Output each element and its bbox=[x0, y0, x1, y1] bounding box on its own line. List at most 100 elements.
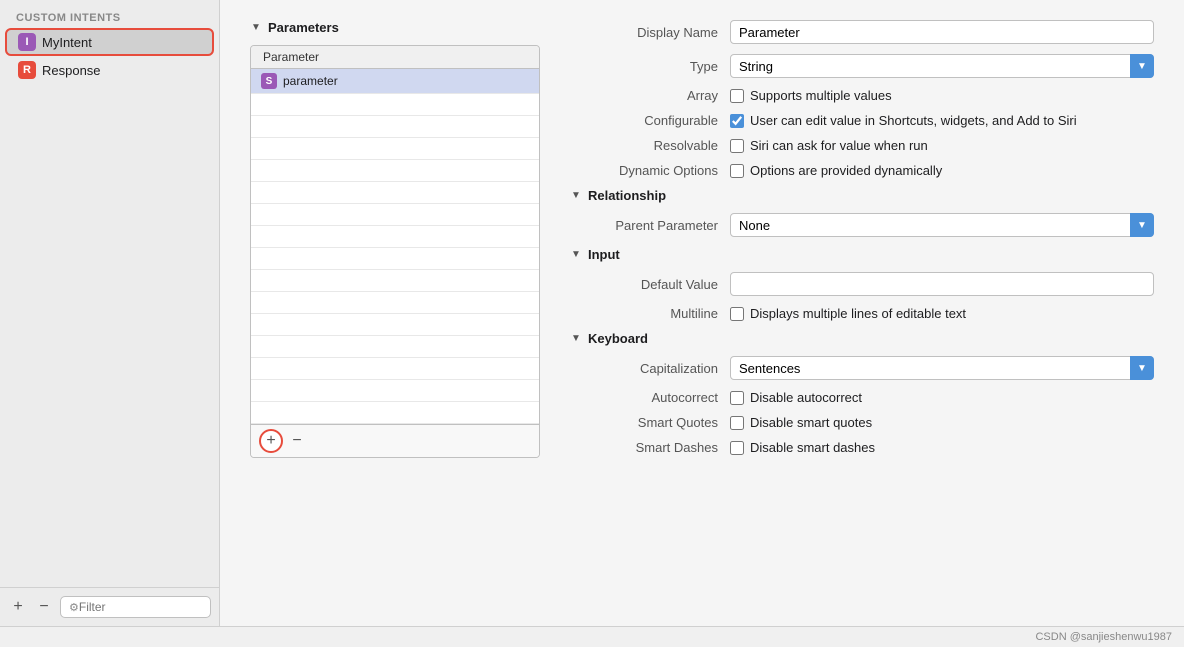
sidebar-remove-button[interactable]: − bbox=[34, 597, 54, 617]
prop-row-capitalization: Capitalization None Sentences Words All … bbox=[570, 356, 1154, 380]
capitalization-label: Capitalization bbox=[570, 361, 730, 376]
empty-row-12 bbox=[251, 336, 539, 358]
main-content: ▼ Parameters Parameter S parameter bbox=[220, 0, 1184, 626]
default-value-label: Default Value bbox=[570, 277, 730, 292]
multiline-value: Displays multiple lines of editable text bbox=[730, 306, 1154, 321]
parent-parameter-select-wrapper: None ▼ bbox=[730, 213, 1154, 237]
empty-row-10 bbox=[251, 292, 539, 314]
dynamic-options-checkbox-label: Options are provided dynamically bbox=[750, 163, 942, 178]
prop-row-resolvable: Resolvable Siri can ask for value when r… bbox=[570, 138, 1154, 153]
array-checkbox[interactable] bbox=[730, 89, 744, 103]
prop-row-smart-quotes: Smart Quotes Disable smart quotes bbox=[570, 415, 1154, 430]
display-name-value bbox=[730, 20, 1154, 44]
relationship-triangle[interactable]: ▼ bbox=[570, 190, 582, 202]
prop-row-array: Array Supports multiple values bbox=[570, 88, 1154, 103]
keyboard-triangle[interactable]: ▼ bbox=[570, 333, 582, 345]
footer-credit: CSDN @sanjieshenwu1987 bbox=[1035, 631, 1172, 643]
resolvable-checkbox-label: Siri can ask for value when run bbox=[750, 138, 928, 153]
sidebar-item-label-myintent: MyIntent bbox=[42, 35, 92, 50]
filter-icon: ⚙ bbox=[69, 601, 79, 614]
prop-row-default-value: Default Value bbox=[570, 272, 1154, 296]
dynamic-options-label: Dynamic Options bbox=[570, 163, 730, 178]
display-name-label: Display Name bbox=[570, 25, 730, 40]
autocorrect-checkbox-label: Disable autocorrect bbox=[750, 390, 862, 405]
multiline-checkbox[interactable] bbox=[730, 307, 744, 321]
parameters-table: Parameter S parameter bbox=[250, 45, 540, 458]
smart-quotes-checkbox[interactable] bbox=[730, 416, 744, 430]
capitalization-select[interactable]: None Sentences Words All Characters bbox=[730, 356, 1154, 380]
autocorrect-checkbox[interactable] bbox=[730, 391, 744, 405]
left-panel: ▼ Parameters Parameter S parameter bbox=[250, 20, 540, 478]
smart-dashes-checkbox-label: Disable smart dashes bbox=[750, 440, 875, 455]
empty-row-2 bbox=[251, 116, 539, 138]
prop-row-smart-dashes: Smart Dashes Disable smart dashes bbox=[570, 440, 1154, 455]
param-row-parameter[interactable]: S parameter bbox=[251, 69, 539, 94]
keyboard-title: Keyboard bbox=[588, 331, 648, 346]
right-panel: Display Name Type String Integer Double bbox=[570, 20, 1154, 465]
input-title: Input bbox=[588, 247, 620, 262]
prop-row-multiline: Multiline Displays multiple lines of edi… bbox=[570, 306, 1154, 321]
relationship-section-header: ▼ Relationship bbox=[570, 188, 1154, 203]
bottom-bar: CSDN @sanjieshenwu1987 bbox=[0, 626, 1184, 647]
multiline-label: Multiline bbox=[570, 306, 730, 321]
parameters-title: Parameters bbox=[268, 20, 339, 35]
autocorrect-value: Disable autocorrect bbox=[730, 390, 1154, 405]
dynamic-options-value: Options are provided dynamically bbox=[730, 163, 1154, 178]
empty-row-6 bbox=[251, 204, 539, 226]
default-value-input[interactable] bbox=[730, 272, 1154, 296]
sidebar-item-label-response: Response bbox=[42, 63, 101, 78]
smart-dashes-checkbox[interactable] bbox=[730, 441, 744, 455]
main-layout: ▼ Parameters Parameter S parameter bbox=[250, 20, 1154, 478]
empty-row-4 bbox=[251, 160, 539, 182]
param-remove-button[interactable]: − bbox=[287, 431, 307, 451]
sidebar-item-myintent[interactable]: I MyIntent bbox=[6, 29, 213, 55]
sidebar-section-header: CUSTOM INTENTS bbox=[0, 0, 219, 28]
array-value: Supports multiple values bbox=[730, 88, 1154, 103]
resolvable-checkbox[interactable] bbox=[730, 139, 744, 153]
sidebar: CUSTOM INTENTS I MyIntent R Response + −… bbox=[0, 0, 220, 626]
empty-row-8 bbox=[251, 248, 539, 270]
parameters-section-header: ▼ Parameters bbox=[250, 20, 540, 35]
configurable-checkbox-label: User can edit value in Shortcuts, widget… bbox=[750, 113, 1077, 128]
default-value-field bbox=[730, 272, 1154, 296]
dynamic-options-checkbox[interactable] bbox=[730, 164, 744, 178]
prop-row-display-name: Display Name bbox=[570, 20, 1154, 44]
display-name-input[interactable] bbox=[730, 20, 1154, 44]
empty-row-1 bbox=[251, 94, 539, 116]
type-label: Type bbox=[570, 59, 730, 74]
param-table-footer: + − bbox=[251, 424, 539, 457]
keyboard-section-header: ▼ Keyboard bbox=[570, 331, 1154, 346]
input-section-header: ▼ Input bbox=[570, 247, 1154, 262]
parameters-triangle[interactable]: ▼ bbox=[250, 22, 262, 34]
smart-dashes-label: Smart Dashes bbox=[570, 440, 730, 455]
input-triangle[interactable]: ▼ bbox=[570, 249, 582, 261]
sidebar-add-button[interactable]: + bbox=[8, 597, 28, 617]
param-icon-s: S bbox=[261, 73, 277, 89]
prop-row-type: Type String Integer Double Boolean ▼ bbox=[570, 54, 1154, 78]
prop-row-parent-parameter: Parent Parameter None ▼ bbox=[570, 213, 1154, 237]
sidebar-bottom: + − ⚙ bbox=[0, 587, 219, 626]
type-select[interactable]: String Integer Double Boolean bbox=[730, 54, 1154, 78]
resolvable-value: Siri can ask for value when run bbox=[730, 138, 1154, 153]
empty-row-9 bbox=[251, 270, 539, 292]
capitalization-value: None Sentences Words All Characters ▼ bbox=[730, 356, 1154, 380]
configurable-checkbox[interactable] bbox=[730, 114, 744, 128]
empty-row-7 bbox=[251, 226, 539, 248]
prop-row-configurable: Configurable User can edit value in Shor… bbox=[570, 113, 1154, 128]
multiline-checkbox-label: Displays multiple lines of editable text bbox=[750, 306, 966, 321]
empty-row-13 bbox=[251, 358, 539, 380]
smart-dashes-value: Disable smart dashes bbox=[730, 440, 1154, 455]
param-add-button[interactable]: + bbox=[259, 429, 283, 453]
configurable-label: Configurable bbox=[570, 113, 730, 128]
response-icon: R bbox=[18, 61, 36, 79]
autocorrect-label: Autocorrect bbox=[570, 390, 730, 405]
empty-row-5 bbox=[251, 182, 539, 204]
empty-row-15 bbox=[251, 402, 539, 424]
parent-parameter-value: None ▼ bbox=[730, 213, 1154, 237]
filter-input[interactable] bbox=[79, 600, 202, 614]
configurable-value: User can edit value in Shortcuts, widget… bbox=[730, 113, 1154, 128]
sidebar-item-response[interactable]: R Response bbox=[6, 57, 213, 83]
parent-parameter-label: Parent Parameter bbox=[570, 218, 730, 233]
empty-row-14 bbox=[251, 380, 539, 402]
parent-parameter-select[interactable]: None bbox=[730, 213, 1154, 237]
